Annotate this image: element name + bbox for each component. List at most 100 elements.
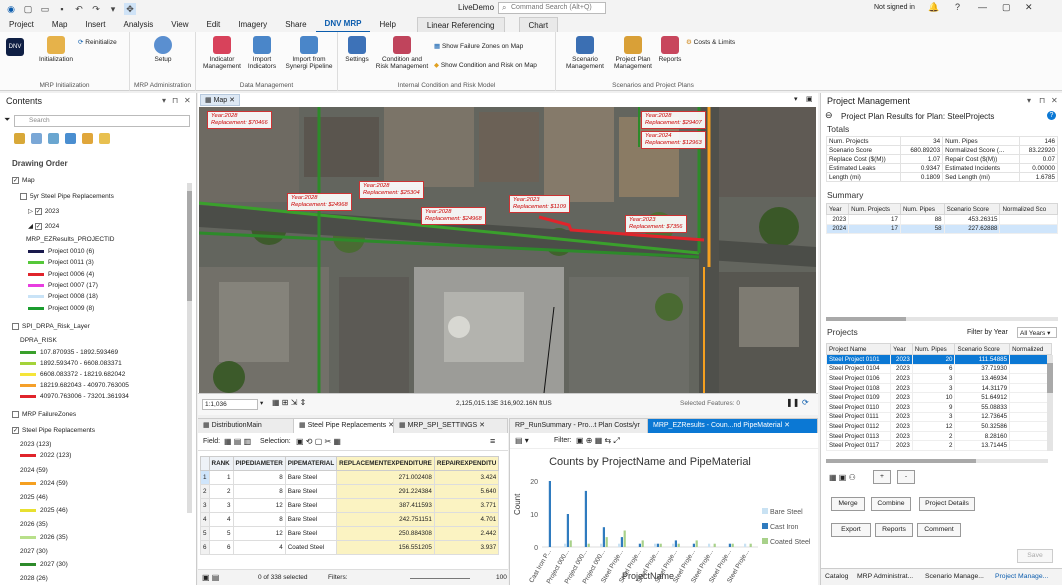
project-row[interactable]: Steel Project 0109 2023 10 51.64912 [825,392,1052,403]
tab-help[interactable]: Help [370,17,404,32]
tab-share[interactable]: Share [276,17,315,32]
tab-project-management[interactable]: Project Manage... [995,573,1048,580]
visibility-checkbox[interactable]: ✓ [12,427,19,434]
replacement-callout[interactable]: Year:2028 Replacement: $25304 [359,181,424,199]
bar-mark[interactable] [618,543,621,547]
selection-icon[interactable] [48,133,59,144]
tab-mrp-administration[interactable]: MRP Administrat... [857,573,913,580]
projects-hscrollbar[interactable] [826,459,1048,463]
comment-button[interactable]: Comment [917,523,961,537]
bar-mark[interactable] [600,543,603,547]
replacement-callout[interactable]: Year:2023 Replacement: $1109 [509,195,571,213]
layer-item[interactable]: ◢ ✓ 2024 [28,222,59,230]
open-folder-icon[interactable]: ▭ [39,3,51,15]
visibility-checkbox[interactable] [20,193,27,200]
help-icon[interactable]: ? [1047,111,1056,120]
merge-button[interactable]: Merge [831,497,865,511]
pane-menu-icon[interactable]: ▾ [162,96,166,105]
scrollbar-thumb[interactable] [187,191,192,301]
bar-mark[interactable] [602,527,605,547]
legend-label[interactable]: Coated Steel [770,539,811,546]
tab-linear-referencing[interactable]: Linear Referencing [416,16,505,33]
tab-steel-pipe-replacements[interactable]: ▦ Steel Pipe Replacements ✕ [294,419,394,433]
visibility-checkbox[interactable]: ✓ [12,177,19,184]
undo-icon[interactable]: ↶ [73,3,85,15]
minimize-icon[interactable]: — [978,2,987,12]
source-icon[interactable] [31,133,42,144]
layer-item[interactable]: 6608.083372 - 18219.682042 [20,371,125,378]
layer-item[interactable]: 2027 (30) [20,561,68,568]
map-nav-icons[interactable]: ▦ ⊞ ⇲ ⇕ [272,398,306,407]
column-header[interactable]: REPAIREXPENDITU [433,456,500,471]
bar-mark[interactable] [695,540,698,547]
project-row[interactable]: Steel Project 0101 2023 20 111.54885 [825,354,1052,365]
bar-mark[interactable] [708,543,711,547]
import-indicators-button[interactable]: Import Indicators [244,36,280,70]
costs-limits-button[interactable]: ⚙ Costs & Limits [686,38,735,46]
column-header[interactable]: PIPEDIAMETER [232,456,286,471]
tab-dnv-mrp[interactable]: DNV MRP [315,16,371,33]
project-row[interactable]: Steel Project 0106 2023 3 13.46934 [825,373,1052,384]
layer-item[interactable]: 5yr Steel Pipe Replacements [20,193,114,200]
bar-mark[interactable] [638,543,641,547]
add-project-button[interactable]: + [873,470,891,484]
tab-imagery[interactable]: Imagery [229,17,276,32]
column-header[interactable]: Scenario Score [954,343,1011,355]
pm-pin-icon[interactable]: ⊓ [1039,96,1045,105]
settings-button[interactable]: Settings [342,36,372,63]
condition-risk-button[interactable]: Condition and Risk Management [372,36,432,70]
column-header[interactable]: Num. Pipes [899,203,945,215]
back-arrow-icon[interactable]: ⊖ [825,110,833,121]
selection-tools-icons[interactable]: ▣ ⟲ ▢ ✂ ▦ [296,437,341,446]
column-header[interactable]: Year [890,343,913,355]
layer-item[interactable]: DPRA_RISK [20,337,57,344]
column-header[interactable]: Normalized Sco [999,203,1058,215]
legend-label[interactable]: Bare Steel [770,509,803,516]
tab-view[interactable]: View [162,17,197,32]
customize-icon[interactable]: ▾ [107,3,119,15]
bar-mark[interactable] [674,540,677,547]
tab-edit[interactable]: Edit [197,17,229,32]
scrollbar-thumb[interactable] [826,317,906,321]
layer-item[interactable]: 107.870935 - 1892.593469 [20,349,118,356]
project-row[interactable]: Steel Project 0112 2023 12 50.32586 [825,421,1052,432]
save-button[interactable]: Save [1017,549,1053,563]
export-button[interactable]: Export [831,523,871,537]
bar-mark[interactable] [548,481,551,547]
layer-item[interactable]: Project 0008 (18) [28,293,98,300]
layer-item[interactable]: 40970.763006 - 73201.361934 [20,393,129,400]
tab-analysis[interactable]: Analysis [114,17,162,32]
scale-selector[interactable]: 1:1,036 [202,399,258,410]
layer-item[interactable]: 18219.682043 - 40970.763005 [20,382,129,389]
import-synergi-button[interactable]: Import from Synergi Pipeline [282,36,336,70]
notification-icon[interactable]: 🔔 [928,2,939,13]
layer-item[interactable]: 2027 (30) [20,548,48,555]
bar-mark[interactable] [566,514,569,547]
tab-run-summary-chart[interactable]: RP_RunSummary - Pro...t Plan Costs/yr [510,419,648,433]
indicator-management-button[interactable]: Indicator Management [200,36,244,70]
visibility-checkbox[interactable] [12,411,19,418]
tab-mrp-spi-settings[interactable]: ▦ MRP_SPI_SETTINGS ✕ [394,419,508,433]
project-tools-icons[interactable]: ▦ ▣ ⚇ [829,473,856,482]
tab-scenario-management[interactable]: Scenario Manage... [925,573,984,580]
map-tabs-icon[interactable]: ▣ [806,95,813,103]
layer-item[interactable]: Project 0007 (17) [28,282,98,289]
bar-mark[interactable] [569,540,572,547]
layer-item[interactable]: 2025 (46) [20,507,68,514]
layer-item[interactable]: Project 0010 (6) [28,248,94,255]
help-icon[interactable]: ? [955,2,960,12]
summary-scrollbar[interactable] [826,317,1058,321]
column-header[interactable]: RANK [208,456,234,471]
save-icon[interactable]: ▪ [56,3,68,15]
map-view[interactable]: Year:2028 Replacement: $70466 Year:2028 Rep… [199,107,816,393]
filter-year-select[interactable]: All Years ▾ [1017,327,1057,338]
column-header[interactable]: Project Name [825,343,892,355]
layer-item[interactable]: 2026 (35) [20,534,68,541]
table-row[interactable]: 3 3 12 Bare Steel 387.411593 3.771 [200,498,500,513]
column-header[interactable]: Num. Projects [848,203,901,215]
reinitialize-button[interactable]: ⟳ Reinitialize [78,38,117,46]
column-header[interactable]: Scenario Score [943,203,1001,215]
replacement-callout[interactable]: Year:2024 Replacement: $12963 [641,131,706,149]
tab-chart[interactable]: Chart [518,16,559,33]
command-search-input[interactable]: ⌕ Command Search (Alt+Q) [498,2,606,14]
